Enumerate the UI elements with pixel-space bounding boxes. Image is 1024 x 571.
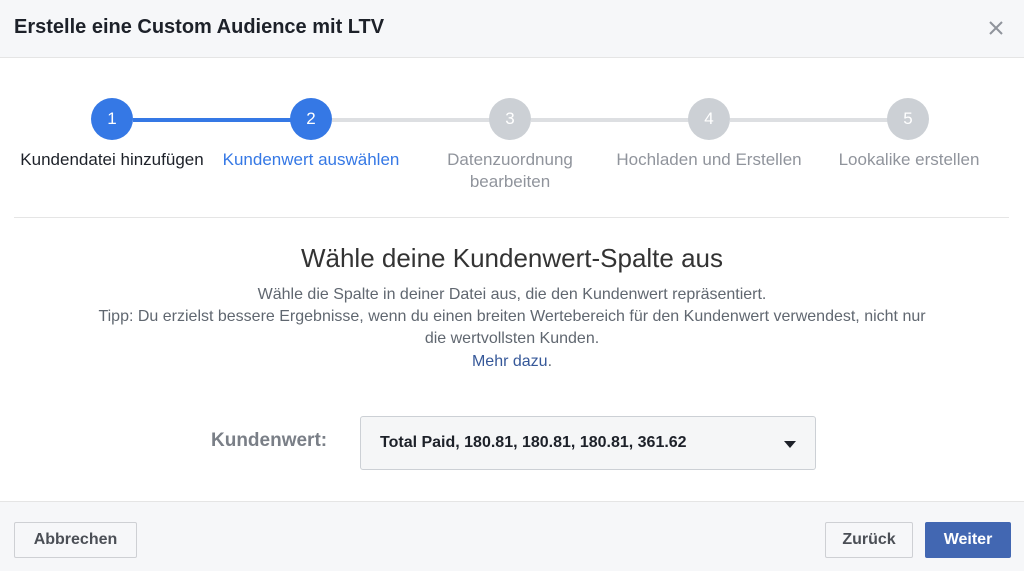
description-text: Wähle die Spalte in deiner Datei aus, di… <box>257 286 767 303</box>
dialog-header: Erstelle eine Custom Audience mit LTV <box>0 0 1024 58</box>
step-connector <box>730 118 888 122</box>
step-3-label: Datenzuordnung bearbeiten <box>447 150 573 191</box>
step-connector <box>332 118 490 122</box>
step-4-label: Hochladen und Erstellen <box>616 150 802 169</box>
step-connector <box>531 118 689 122</box>
divider <box>14 217 1009 218</box>
tip-text-continued: die wertvollsten Kunden. <box>424 330 600 347</box>
learn-more-period: . <box>547 353 553 370</box>
step-1-label: Kundendatei hinzufügen <box>20 150 204 169</box>
step-3-circle: 3 <box>489 98 531 140</box>
chevron-down-icon <box>784 441 796 448</box>
step-connector <box>133 118 291 122</box>
learn-more-row: Mehr dazu. <box>0 351 1024 373</box>
dialog-title: Erstelle eine Custom Audience mit LTV <box>14 16 385 38</box>
step-4-circle: 4 <box>688 98 730 140</box>
cancel-button[interactable]: Abbrechen <box>14 522 137 558</box>
back-button[interactable]: Zurück <box>825 522 913 558</box>
customer-value-select[interactable]: Total Paid, 180.81, 180.81, 180.81, 361.… <box>360 416 816 470</box>
stepper: 1 2 3 4 5 Kundendatei hinzufügen Kundenw… <box>0 80 1024 210</box>
step-5-circle: 5 <box>887 98 929 140</box>
selected-value: Total Paid, 180.81, 180.81, 180.81, 361.… <box>380 434 687 451</box>
learn-more-link[interactable]: Mehr dazu <box>472 353 548 370</box>
step-5-label: Lookalike erstellen <box>838 150 980 169</box>
step-2-circle: 2 <box>290 98 332 140</box>
step-2-label: Kundenwert auswählen <box>222 150 400 169</box>
customer-value-label: Kundenwert: <box>211 430 328 451</box>
close-icon[interactable] <box>982 14 1010 42</box>
tip-text: Tipp: Du erzielst bessere Ergebnisse, we… <box>98 308 926 325</box>
dialog-footer: Abbrechen Zurück Weiter <box>0 501 1024 571</box>
section-heading: Wähle deine Kundenwert-Spalte aus <box>300 243 724 273</box>
next-button[interactable]: Weiter <box>925 522 1011 558</box>
step-1-circle: 1 <box>91 98 133 140</box>
